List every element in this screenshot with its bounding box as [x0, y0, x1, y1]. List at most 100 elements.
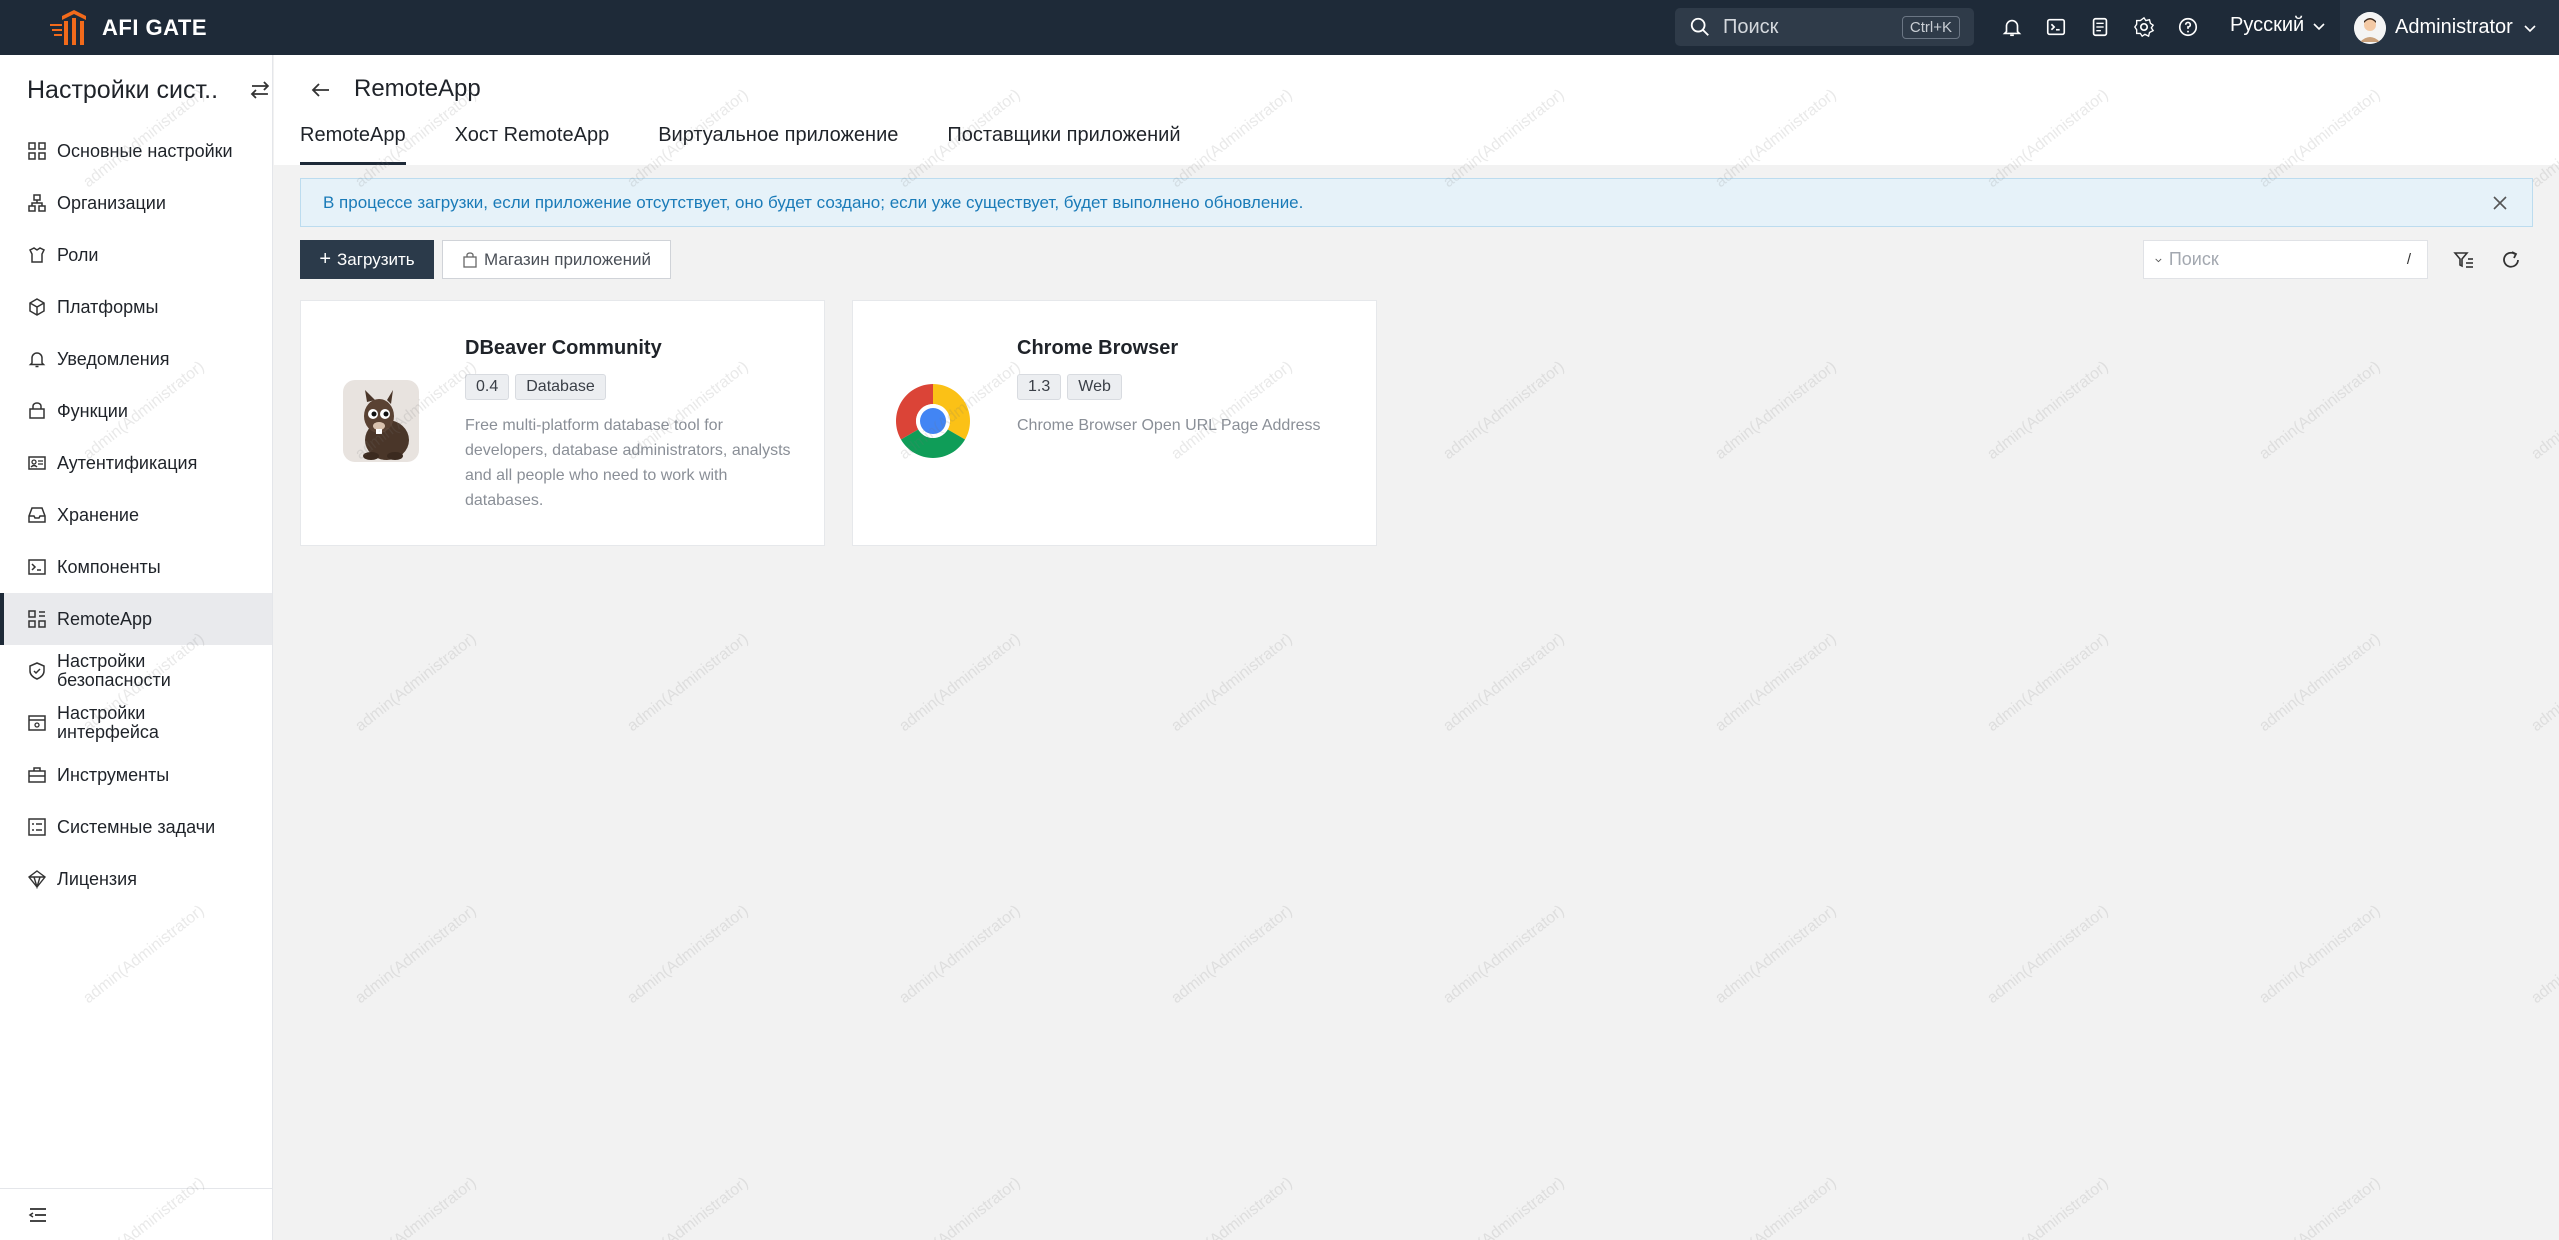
watermark-text: admin(Administrator)	[1712, 902, 1840, 1008]
version-tag: 0.4	[465, 374, 510, 400]
watermark-text: admin(Administrator)	[1168, 902, 1296, 1008]
role-icon	[28, 247, 46, 263]
tab-remoteapp[interactable]: RemoteApp	[300, 121, 406, 165]
gear-icon	[2134, 16, 2155, 38]
watermark-text: admin(Administrator)	[1984, 630, 2112, 736]
global-search-placeholder: Поиск	[1723, 15, 1779, 38]
sidebar-item-notifications[interactable]: Уведомления	[0, 333, 272, 385]
app-card-chrome[interactable]: Chrome Browser 1.3 Web Chrome Browser Op…	[852, 300, 1377, 546]
watermark-text: admin(Administrator)	[352, 1174, 480, 1240]
sidebar-item-basic-settings[interactable]: Основные настройки	[0, 125, 272, 177]
top-icon-group	[1990, 12, 2210, 42]
language-selector[interactable]: Русский	[2230, 14, 2326, 37]
global-search[interactable]: Поиск Ctrl+K	[1675, 8, 1974, 46]
sidebar-item-label: Компоненты	[57, 556, 161, 577]
upload-button-label: Загрузить	[337, 249, 415, 269]
sidebar-header: Настройки сист...	[0, 55, 272, 125]
watermark-text: admin(Administrator)	[624, 902, 752, 1008]
close-icon[interactable]	[2490, 193, 2510, 213]
terminal-button[interactable]	[2034, 12, 2078, 42]
sidebar-item-authentication[interactable]: Аутентификация	[0, 437, 272, 489]
search-input[interactable]	[2168, 249, 2401, 270]
tasks-button[interactable]	[2078, 12, 2122, 42]
watermark-text: admin(Administrator)	[1440, 358, 1568, 464]
sidebar-item-organizations[interactable]: Организации	[0, 177, 272, 229]
settings-button[interactable]	[2122, 12, 2166, 42]
swap-icon[interactable]	[248, 78, 272, 102]
watermark-text: admin(Administrator)	[2256, 1174, 2384, 1240]
app-store-button[interactable]: Магазин приложений	[442, 240, 671, 279]
shopping-bag-icon	[463, 251, 477, 268]
watermark-text: admin(Administrator)	[1440, 902, 1568, 1008]
sidebar-item-platforms[interactable]: Платформы	[0, 281, 272, 333]
sidebar-item-label: Уведомления	[57, 348, 170, 369]
sidebar-item-label: Функции	[57, 400, 128, 421]
terminal-icon	[2046, 18, 2066, 36]
function-icon	[29, 402, 45, 419]
app-card-dbeaver[interactable]: DBeaver Community 0.4 Database Free mult…	[300, 300, 825, 546]
sidebar-item-label: Настройки интерфейса	[57, 703, 159, 742]
interface-icon	[28, 715, 46, 731]
arrow-left-icon[interactable]	[308, 77, 334, 103]
chevron-down-icon[interactable]	[2154, 252, 2163, 268]
logo-icon	[50, 10, 86, 45]
help-button[interactable]	[2166, 12, 2210, 42]
tab-remoteapp-host[interactable]: Хост RemoteApp	[455, 121, 610, 165]
app-description: Free multi-platform database tool for de…	[465, 417, 791, 509]
refresh-icon[interactable]	[2499, 248, 2523, 272]
avatar-icon	[2354, 11, 2386, 44]
sidebar-item-security-settings[interactable]: Настройки безопасности	[0, 645, 272, 697]
sidebar-item-system-tasks[interactable]: Системные задачи	[0, 801, 272, 853]
sidebar-item-label: Лицензия	[57, 868, 137, 889]
sidebar-item-label: Роли	[57, 244, 99, 265]
watermark-text: admin(Administrator)	[2256, 358, 2384, 464]
watermark-text: admin(Administrator)	[896, 1174, 1024, 1240]
notifications-button[interactable]	[1990, 12, 2034, 42]
category-tag: Database	[515, 374, 606, 400]
watermark-text: admin(Administrator)	[624, 1174, 752, 1240]
sidebar-item-functions[interactable]: Функции	[0, 385, 272, 437]
sidebar-item-license[interactable]: Лицензия	[0, 853, 272, 905]
watermark-text: admin(Administrator)	[1984, 358, 2112, 464]
user-menu[interactable]: Administrator	[2340, 0, 2559, 55]
sidebar-item-components[interactable]: Компоненты	[0, 541, 272, 593]
toolbox-icon	[28, 767, 46, 783]
sidebar-item-tools[interactable]: Инструменты	[0, 749, 272, 801]
apps-icon	[28, 610, 46, 628]
sidebar-item-label: Организации	[57, 192, 166, 213]
sidebar-item-label: Хранение	[57, 504, 139, 525]
filter-columns-icon[interactable]	[2452, 248, 2476, 272]
watermark-text: admin(Administrator)	[1440, 630, 1568, 736]
cube-icon	[29, 298, 45, 316]
plus-icon: +	[319, 248, 332, 270]
inbox-icon	[28, 507, 46, 523]
grid-icon	[28, 142, 46, 160]
watermark-text: admin(Administrator)	[624, 630, 752, 736]
sidebar-item-roles[interactable]: Роли	[0, 229, 272, 281]
search-shortcut: /	[2406, 251, 2411, 268]
sidebar-item-storage[interactable]: Хранение	[0, 489, 272, 541]
chevron-down-icon	[2313, 22, 2325, 30]
sidebar-collapse-button[interactable]	[0, 1188, 272, 1240]
shield-icon	[29, 662, 45, 680]
upload-button[interactable]: + Загрузить	[300, 240, 434, 279]
category-tag: Web	[1067, 374, 1122, 400]
tasks-icon	[28, 818, 46, 836]
sidebar-item-label: Инструменты	[57, 764, 170, 785]
list-search: /	[2143, 240, 2428, 279]
license-icon	[28, 870, 46, 889]
sidebar-item-remoteapp[interactable]: RemoteApp	[0, 593, 272, 645]
tab-app-providers[interactable]: Поставщики приложений	[947, 121, 1180, 165]
tab-virtual-app[interactable]: Виртуальное приложение	[658, 121, 898, 165]
watermark-text: admin(Administrator)	[1168, 630, 1296, 736]
watermark-text: admin(Administrator)	[896, 902, 1024, 1008]
logo[interactable]: AFI GATE	[48, 10, 207, 46]
sidebar-item-label: Платформы	[57, 296, 159, 317]
tab-bar: RemoteApp Хост RemoteApp Виртуальное при…	[300, 121, 1230, 165]
alert-text: В процессе загрузки, если приложение отс…	[323, 192, 1304, 212]
top-bar: AFI GATE Поиск Ctrl+K Русский Administra…	[0, 0, 2559, 55]
watermark-text: admin(Administrator)	[896, 630, 1024, 736]
watermark-text: admin(Administrator)	[2256, 630, 2384, 736]
watermark-text: admin(Administrator)	[352, 902, 480, 1008]
sidebar-item-interface-settings[interactable]: Настройки интерфейса	[0, 697, 272, 749]
